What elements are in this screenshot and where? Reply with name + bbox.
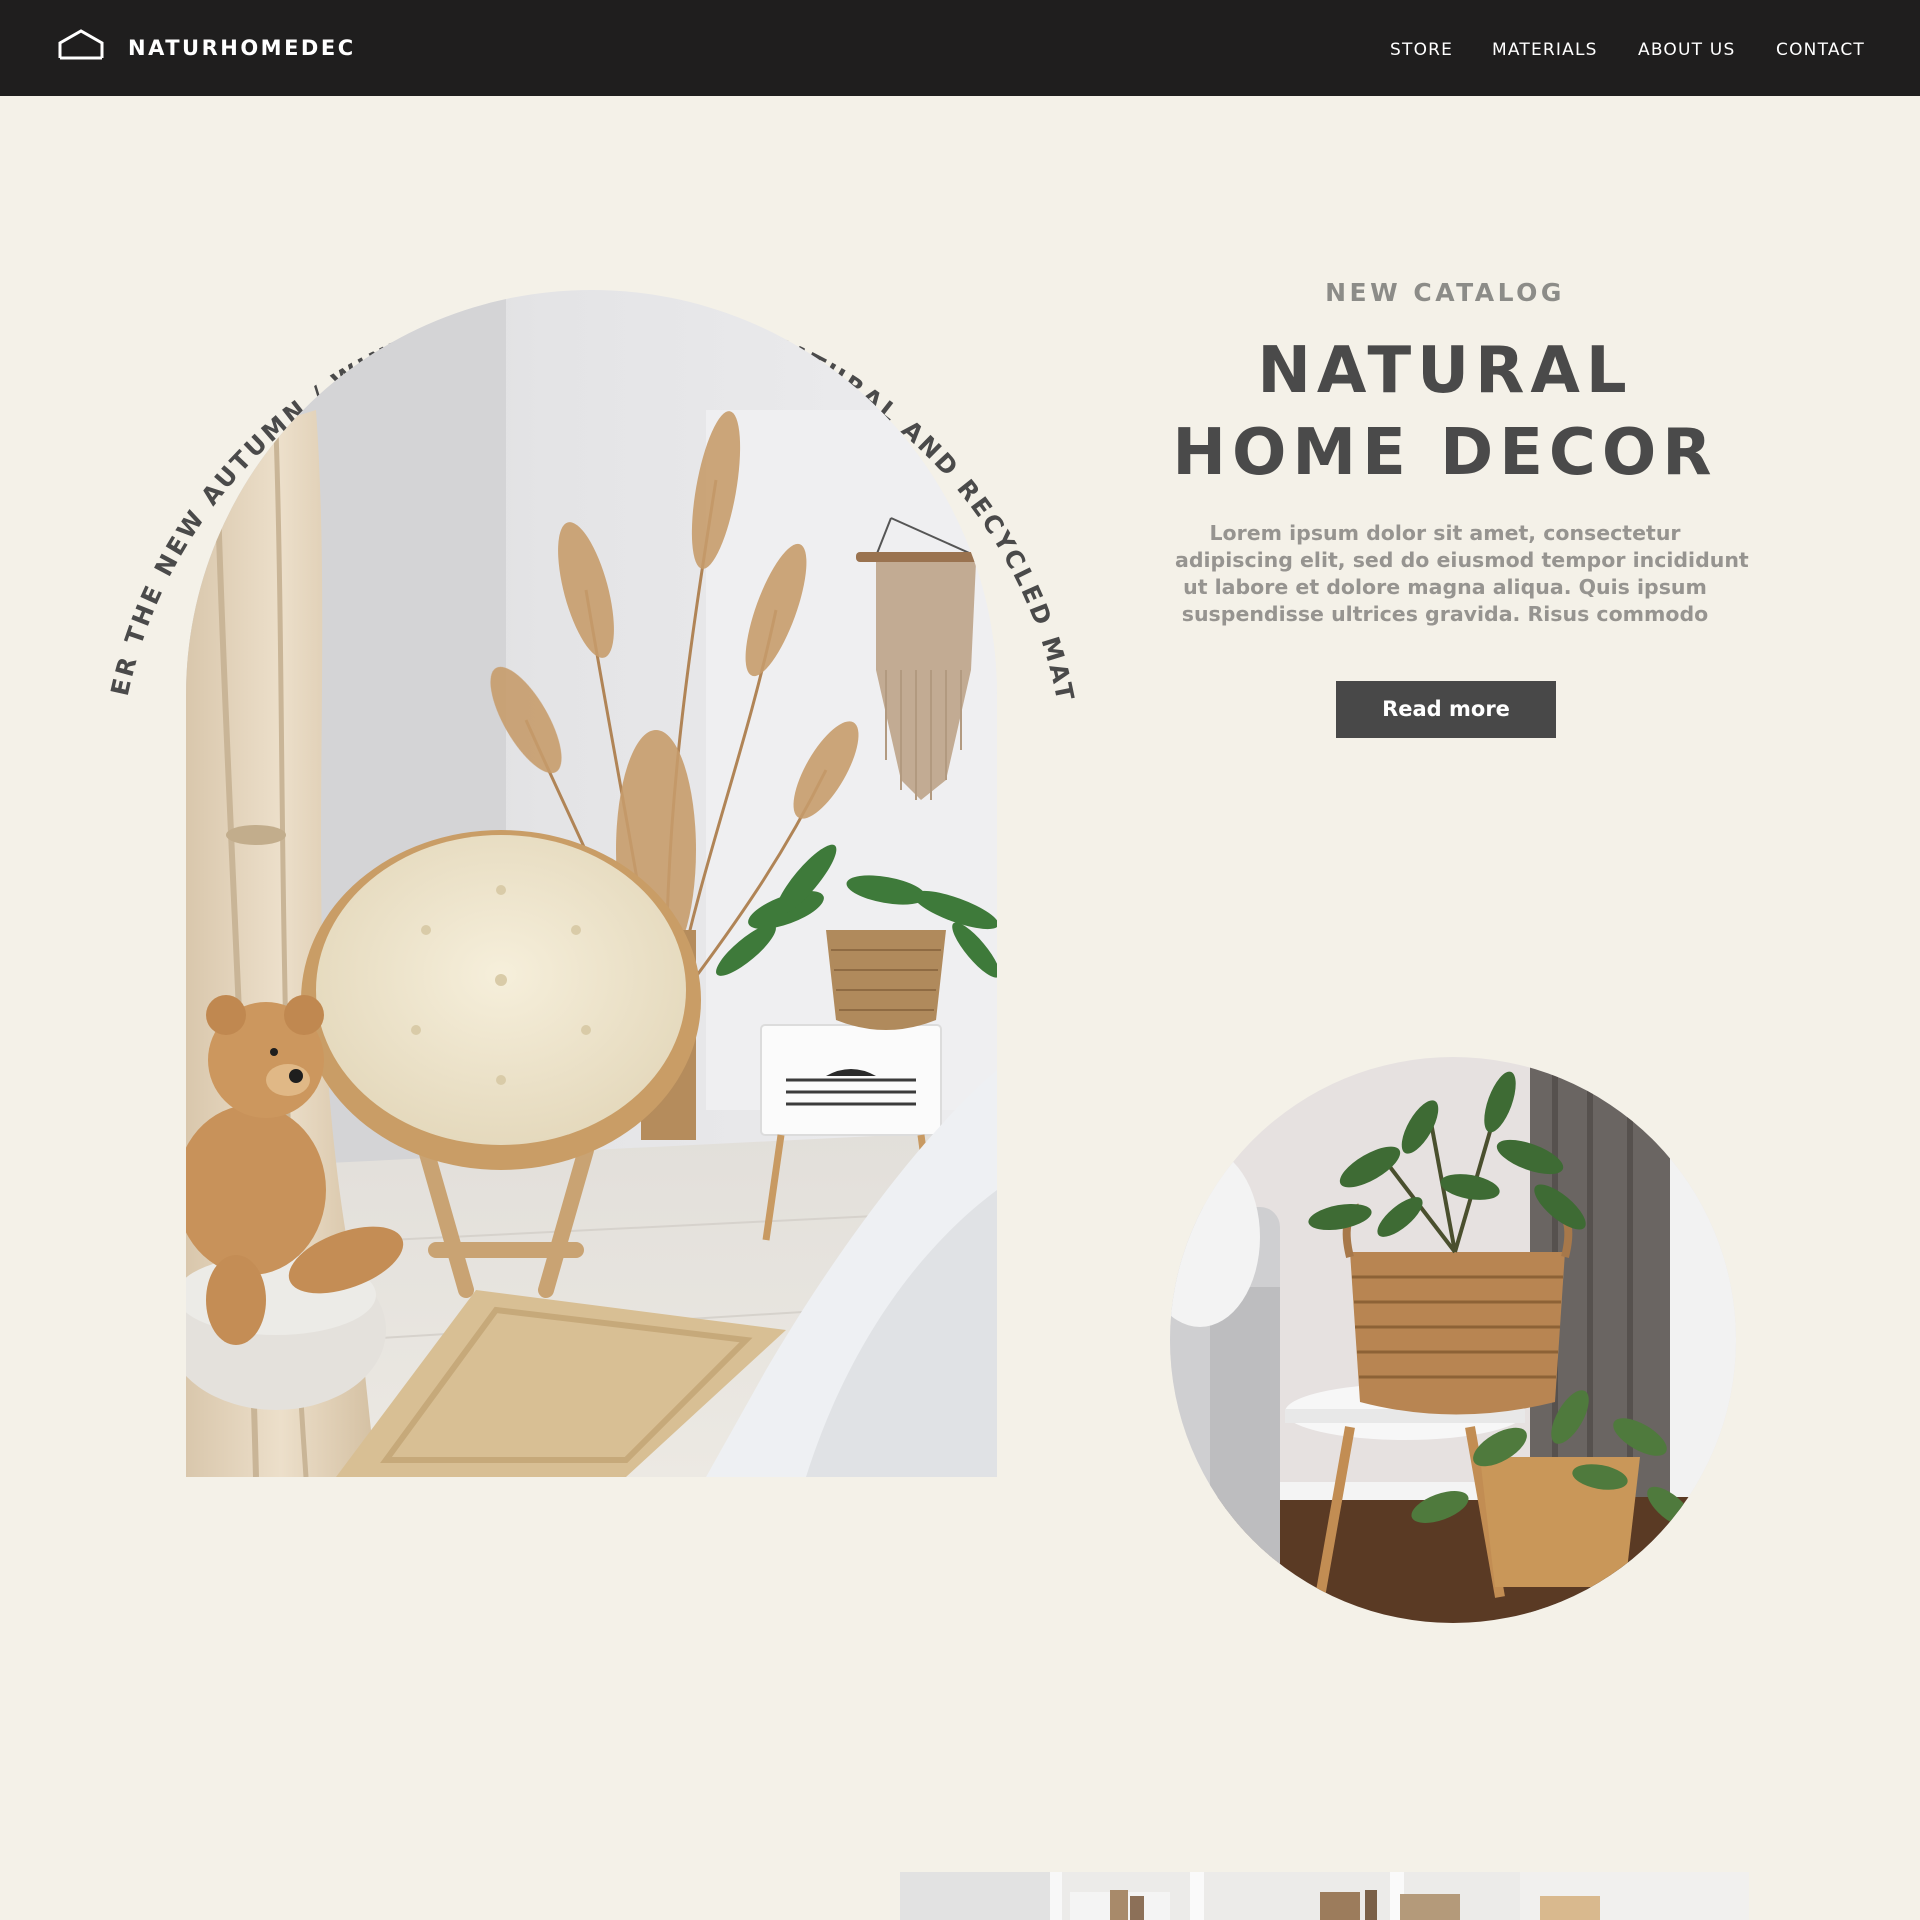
description-line-2: adipiscing elit, sed do eiusmod tempor i…	[1175, 548, 1749, 572]
plant-circle-photo	[1170, 1057, 1736, 1623]
living-room-illustration	[186, 290, 997, 1477]
bookshelf-illustration	[900, 1872, 1749, 1920]
section-eyebrow: NEW CATALOG	[1325, 278, 1565, 307]
title-line-1: NATURAL	[1257, 334, 1633, 408]
title-line-2: HOME DECOR	[1172, 416, 1718, 490]
description-line-3: ut labore et dolore magna aliqua. Quis i…	[1183, 575, 1707, 599]
hero-description: Lorem ipsum dolor sit amet, consectetur …	[1175, 520, 1749, 628]
hero-arch-photo	[186, 290, 997, 1477]
read-more-button[interactable]: Read more	[1336, 681, 1556, 738]
description-line-1: Lorem ipsum dolor sit amet, consectetur	[1209, 521, 1681, 545]
description-line-4: suspendisse ultrices gravida. Risus comm…	[1181, 602, 1709, 626]
potted-plant-illustration	[1170, 1057, 1736, 1623]
bottom-interior-photo	[900, 1872, 1749, 1920]
page-title: NATURAL HOME DECOR	[1095, 330, 1795, 494]
